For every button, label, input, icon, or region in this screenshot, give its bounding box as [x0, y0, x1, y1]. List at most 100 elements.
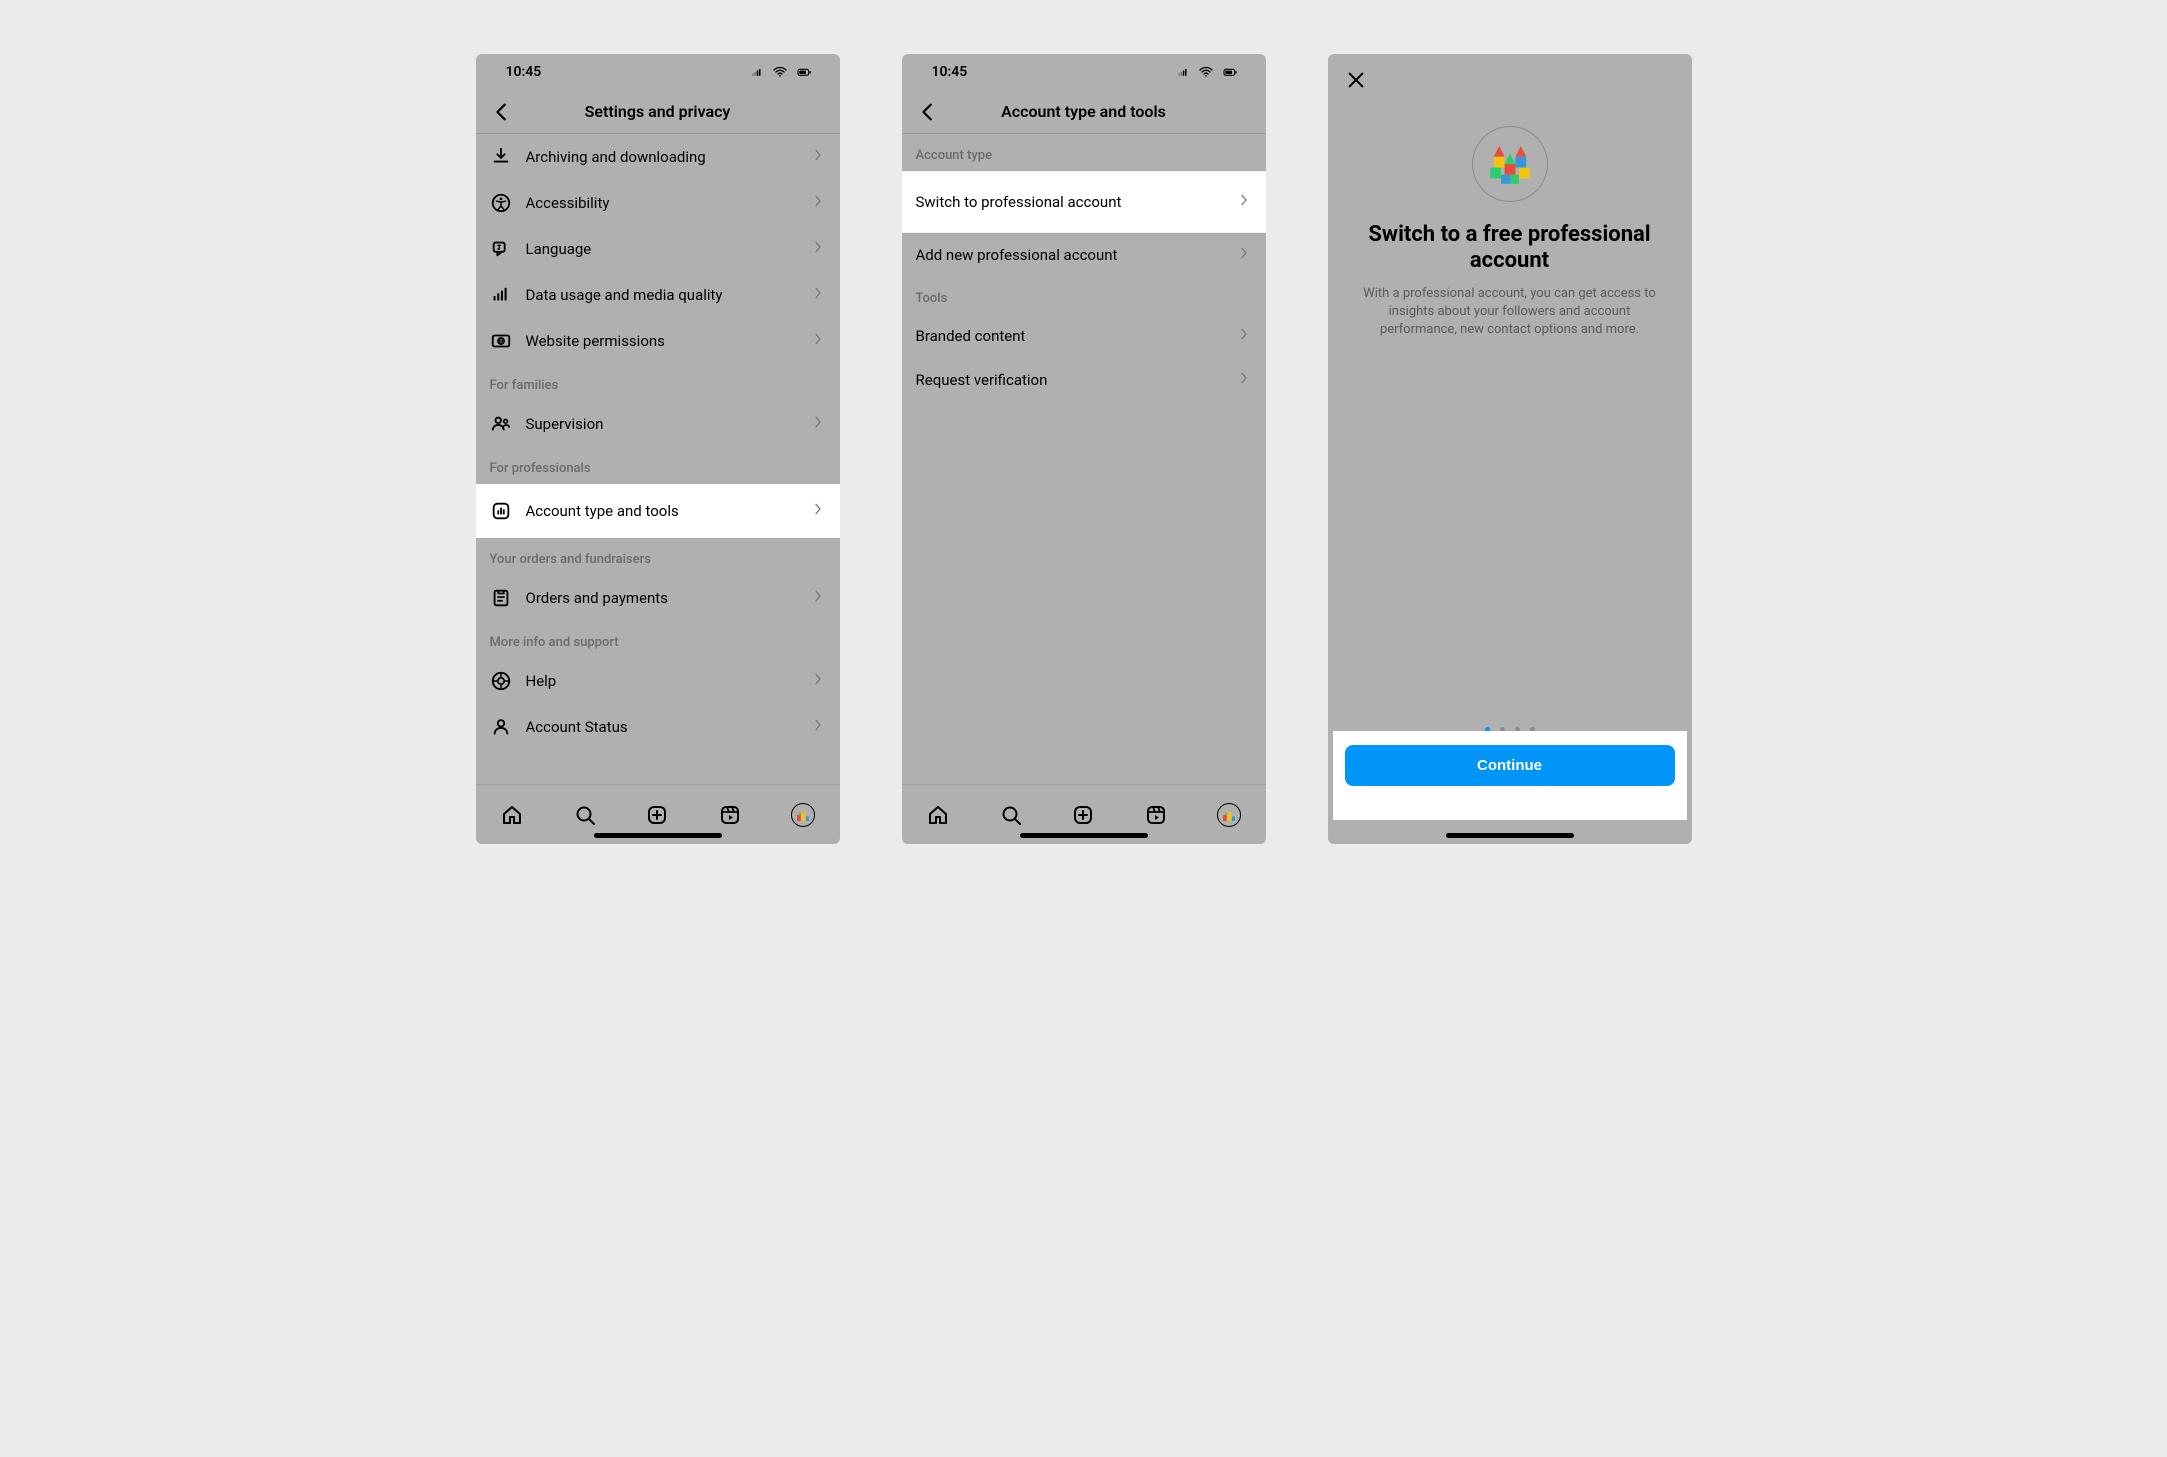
row-data-usage[interactable]: Data usage and media quality — [476, 272, 840, 318]
section-more-info-support: More info and support — [476, 621, 840, 658]
data-icon — [490, 284, 512, 306]
row-label: Supervision — [526, 415, 796, 433]
close-button[interactable] — [1342, 66, 1370, 94]
row-request-verification[interactable]: Request verification — [902, 358, 1266, 402]
row-accessibility[interactable]: Accessibility — [476, 180, 840, 226]
section-account-type: Account type — [902, 134, 1266, 171]
chevron-left-icon — [491, 101, 513, 123]
hero-section: Switch to a free professional account Wi… — [1328, 54, 1692, 339]
page-title: Account type and tools — [1001, 102, 1166, 121]
hero-title: Switch to a free professional account — [1352, 222, 1668, 275]
row-label: Account type and tools — [526, 502, 796, 520]
tab-search[interactable] — [572, 802, 598, 828]
close-icon — [1345, 69, 1367, 91]
continue-button[interactable]: Continue — [1345, 745, 1675, 786]
battery-icon — [792, 64, 816, 80]
nav-bar: Account type and tools — [902, 90, 1266, 134]
tab-reels[interactable] — [717, 802, 743, 828]
account-type-content: Account type Switch to professional acco… — [902, 134, 1266, 784]
chevron-right-icon — [1236, 192, 1252, 212]
row-label: Orders and payments — [526, 589, 796, 607]
status-time: 10:45 — [932, 64, 968, 80]
row-branded-content[interactable]: Branded content — [902, 314, 1266, 358]
orders-icon — [490, 587, 512, 609]
row-label: Request verification — [916, 371, 1222, 389]
status-bar: 10:45 — [902, 54, 1266, 90]
battery-icon — [1218, 64, 1242, 80]
tab-home[interactable] — [499, 802, 525, 828]
chevron-right-icon — [810, 193, 826, 213]
chevron-right-icon — [810, 414, 826, 434]
accessibility-icon — [490, 192, 512, 214]
row-label: Language — [526, 240, 796, 258]
status-time: 10:45 — [506, 64, 542, 80]
row-label: Account Status — [526, 718, 796, 736]
chevron-right-icon — [810, 501, 826, 521]
tab-reels[interactable] — [1143, 802, 1169, 828]
tab-profile[interactable] — [790, 802, 816, 828]
hero-subtitle: With a professional account, you can get… — [1360, 285, 1660, 340]
tab-new-post[interactable] — [1070, 802, 1096, 828]
chevron-right-icon — [810, 588, 826, 608]
chevron-right-icon — [810, 239, 826, 259]
row-label: Website permissions — [526, 332, 796, 350]
chevron-right-icon — [810, 285, 826, 305]
row-account-type-and-tools[interactable]: Account type and tools — [476, 484, 840, 538]
section-orders-fundraisers: Your orders and fundraisers — [476, 538, 840, 575]
download-icon — [490, 146, 512, 168]
avatar — [791, 803, 815, 827]
section-for-families: For families — [476, 364, 840, 401]
chevron-right-icon — [1236, 245, 1252, 265]
insights-icon — [490, 500, 512, 522]
status-bar: 10:45 — [476, 54, 840, 90]
chevron-right-icon — [810, 717, 826, 737]
cta-zone: Continue — [1333, 731, 1687, 820]
hero-avatar — [1472, 126, 1548, 202]
row-label: Branded content — [916, 327, 1222, 345]
blocks-illustration-icon — [1483, 137, 1537, 191]
tab-search[interactable] — [998, 802, 1024, 828]
section-for-professionals: For professionals — [476, 447, 840, 484]
signal-icon — [1176, 63, 1194, 81]
back-button[interactable] — [488, 98, 516, 126]
supervision-icon — [490, 413, 512, 435]
chevron-right-icon — [810, 331, 826, 351]
row-switch-professional[interactable]: Switch to professional account — [902, 171, 1266, 233]
settings-content: Archiving and downloading Accessibility … — [476, 134, 840, 784]
row-add-professional[interactable]: Add new professional account — [902, 233, 1266, 277]
chevron-right-icon — [1236, 370, 1252, 390]
back-button[interactable] — [914, 98, 942, 126]
tab-new-post[interactable] — [644, 802, 670, 828]
row-label: Archiving and downloading — [526, 148, 796, 166]
row-account-status[interactable]: Account Status — [476, 704, 840, 750]
home-indicator[interactable] — [1446, 833, 1574, 838]
wifi-icon — [1198, 64, 1214, 80]
status-icons — [750, 63, 816, 81]
section-tools: Tools — [902, 277, 1266, 314]
screen-switch-professional-promo: Switch to a free professional account Wi… — [1328, 54, 1692, 844]
tab-home[interactable] — [925, 802, 951, 828]
signal-icon — [750, 63, 768, 81]
page-title: Settings and privacy — [585, 102, 731, 121]
row-archiving[interactable]: Archiving and downloading — [476, 134, 840, 180]
chevron-right-icon — [810, 671, 826, 691]
person-icon — [490, 716, 512, 738]
row-label: Help — [526, 672, 796, 690]
row-language[interactable]: Language — [476, 226, 840, 272]
tab-profile[interactable] — [1216, 802, 1242, 828]
row-supervision[interactable]: Supervision — [476, 401, 840, 447]
chevron-left-icon — [917, 101, 939, 123]
row-help[interactable]: Help — [476, 658, 840, 704]
home-indicator[interactable] — [594, 833, 722, 838]
help-icon — [490, 670, 512, 692]
wifi-icon — [772, 64, 788, 80]
row-orders-payments[interactable]: Orders and payments — [476, 575, 840, 621]
nav-bar: Settings and privacy — [476, 90, 840, 134]
avatar — [1217, 803, 1241, 827]
language-icon — [490, 238, 512, 260]
row-label: Accessibility — [526, 194, 796, 212]
chevron-right-icon — [810, 147, 826, 167]
row-website-permissions[interactable]: Website permissions — [476, 318, 840, 364]
home-indicator[interactable] — [1020, 833, 1148, 838]
chevron-right-icon — [1236, 326, 1252, 346]
